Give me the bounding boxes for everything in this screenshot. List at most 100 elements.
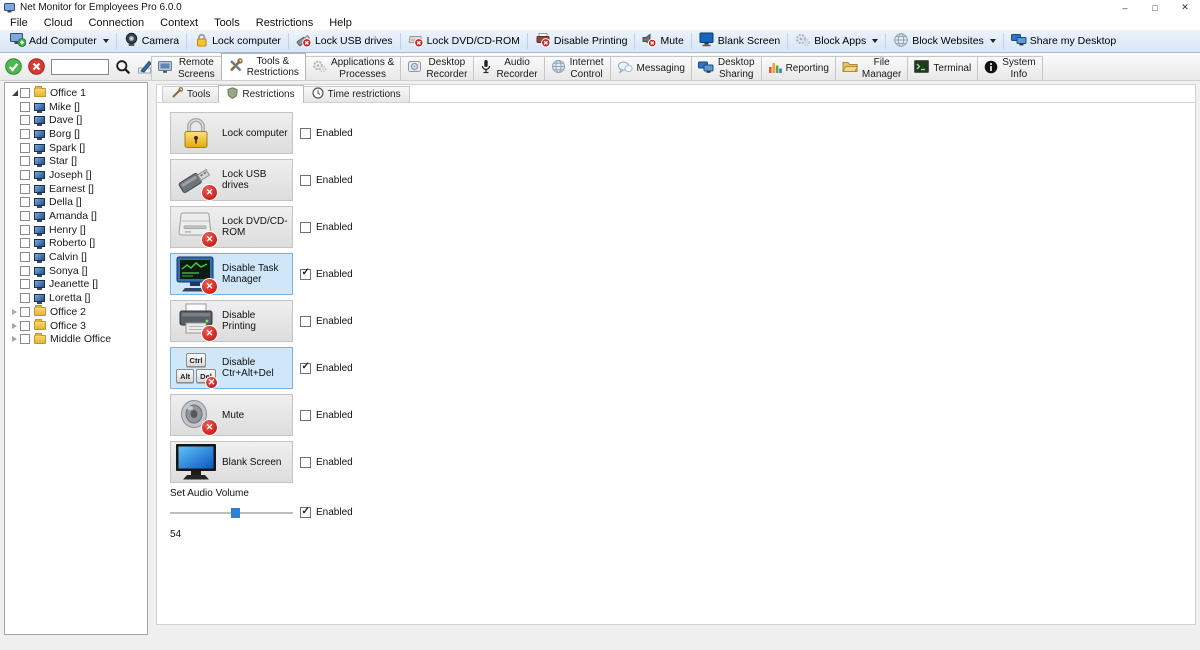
tab-tools-restrictions[interactable]: Tools &Restrictions xyxy=(221,53,306,80)
enabled-toggle[interactable]: Enabled xyxy=(300,128,353,139)
toolbar-button-mute[interactable]: Mute xyxy=(635,31,690,52)
connect-button[interactable] xyxy=(5,58,22,75)
enabled-toggle[interactable]: Enabled xyxy=(300,507,353,518)
expander-open-icon[interactable] xyxy=(9,90,20,96)
tree-item-spark[interactable]: Spark [] xyxy=(5,141,147,155)
tab-tools[interactable]: Tools xyxy=(162,86,219,102)
tree-checkbox[interactable] xyxy=(20,197,30,207)
tree-item-office-3[interactable]: Office 3 xyxy=(5,319,147,333)
maximize-button[interactable]: □ xyxy=(1140,0,1170,15)
tab-audio-recorder[interactable]: AudioRecorder xyxy=(473,56,544,80)
enabled-toggle[interactable]: Enabled xyxy=(300,222,353,233)
toolbar-button-share-desktop[interactable]: Share my Desktop xyxy=(1004,31,1123,52)
restriction-disable-ctrl-alt-del[interactable]: Ctrl Alt Del Disable Ctr+Alt+Del xyxy=(170,347,293,389)
enabled-checkbox[interactable] xyxy=(300,175,311,186)
tab-desktop-sharing[interactable]: DesktopSharing xyxy=(691,56,762,80)
tab-messaging[interactable]: Messaging xyxy=(610,56,692,80)
toolbar-button-add-computer[interactable]: Add Computer xyxy=(3,31,116,52)
tab-time-restrictions[interactable]: Time restrictions xyxy=(303,86,410,102)
tab-file-manager[interactable]: FileManager xyxy=(835,56,908,80)
enabled-checkbox[interactable] xyxy=(300,316,311,327)
tree-item-office-1[interactable]: Office 1 xyxy=(5,86,147,100)
tree-item-sonya[interactable]: Sonya [] xyxy=(5,264,147,278)
restriction-lock-computer[interactable]: Lock computer xyxy=(170,112,293,154)
restriction-disable-printing[interactable]: Disable Printing xyxy=(170,300,293,342)
tree-checkbox[interactable] xyxy=(20,252,30,262)
tab-reporting[interactable]: Reporting xyxy=(761,56,836,80)
tree-item-earnest[interactable]: Earnest [] xyxy=(5,182,147,196)
enabled-toggle[interactable]: Enabled xyxy=(300,410,353,421)
expander-closed-icon[interactable] xyxy=(9,309,20,315)
restriction-mute[interactable]: Mute xyxy=(170,394,293,436)
tree-checkbox[interactable] xyxy=(20,279,30,289)
tab-system-info[interactable]: SystemInfo xyxy=(977,56,1042,80)
tree-checkbox[interactable] xyxy=(20,334,30,344)
minimize-button[interactable]: – xyxy=(1110,0,1140,15)
tree-checkbox[interactable] xyxy=(20,143,30,153)
menu-help[interactable]: Help xyxy=(321,15,360,30)
enabled-checkbox[interactable] xyxy=(300,128,311,139)
enabled-checkbox[interactable] xyxy=(300,222,311,233)
tree-item-calvin[interactable]: Calvin [] xyxy=(5,250,147,264)
tree-checkbox[interactable] xyxy=(20,184,30,194)
menu-cloud[interactable]: Cloud xyxy=(36,15,81,30)
tree-checkbox[interactable] xyxy=(20,88,30,98)
search-icon[interactable] xyxy=(115,59,131,75)
volume-slider-handle[interactable] xyxy=(231,508,240,518)
enabled-checkbox[interactable] xyxy=(300,507,311,518)
tree-item-dave[interactable]: Dave [] xyxy=(5,113,147,127)
tree-checkbox[interactable] xyxy=(20,211,30,221)
tree-item-star[interactable]: Star [] xyxy=(5,154,147,168)
tree-checkbox[interactable] xyxy=(20,321,30,331)
toolbar-button-lock-dvd[interactable]: Lock DVD/CD-ROM xyxy=(401,31,527,52)
toolbar-button-camera[interactable]: Camera xyxy=(117,31,186,52)
tab-terminal[interactable]: Terminal xyxy=(907,56,978,80)
volume-slider[interactable] xyxy=(170,512,293,514)
tree-item-della[interactable]: Della [] xyxy=(5,196,147,210)
menu-restrictions[interactable]: Restrictions xyxy=(248,15,321,30)
tree-item-henry[interactable]: Henry [] xyxy=(5,223,147,237)
enabled-toggle[interactable]: Enabled xyxy=(300,316,353,327)
tree-checkbox[interactable] xyxy=(20,307,30,317)
restriction-lock-dvd[interactable]: Lock DVD/CD-ROM xyxy=(170,206,293,248)
tree-item-joseph[interactable]: Joseph [] xyxy=(5,168,147,182)
tab-remote-screens[interactable]: RemoteScreens xyxy=(151,56,222,80)
tree-checkbox[interactable] xyxy=(20,129,30,139)
tree-item-roberto[interactable]: Roberto [] xyxy=(5,237,147,251)
expander-closed-icon[interactable] xyxy=(9,336,20,342)
tree-checkbox[interactable] xyxy=(20,238,30,248)
toolbar-button-block-websites[interactable]: Block Websites xyxy=(886,31,1003,52)
tree-checkbox[interactable] xyxy=(20,266,30,276)
tab-restrictions[interactable]: Restrictions xyxy=(218,85,303,103)
tree-item-borg[interactable]: Borg [] xyxy=(5,127,147,141)
tab-desktop-recorder[interactable]: DesktopRecorder xyxy=(400,56,474,80)
enabled-checkbox[interactable] xyxy=(300,269,311,280)
menu-tools[interactable]: Tools xyxy=(206,15,248,30)
tree-checkbox[interactable] xyxy=(20,225,30,235)
tree-item-loretta[interactable]: Loretta [] xyxy=(5,291,147,305)
disconnect-button[interactable] xyxy=(28,58,45,75)
enabled-toggle[interactable]: Enabled xyxy=(300,269,353,280)
close-button[interactable]: ✕ xyxy=(1170,0,1200,15)
menu-connection[interactable]: Connection xyxy=(80,15,152,30)
search-input[interactable] xyxy=(51,59,109,75)
toolbar-button-lock-computer[interactable]: Lock computer xyxy=(187,31,288,52)
restriction-blank-screen[interactable]: Blank Screen xyxy=(170,441,293,483)
tree-checkbox[interactable] xyxy=(20,156,30,166)
restriction-lock-usb[interactable]: Lock USB drives xyxy=(170,159,293,201)
toolbar-button-block-apps[interactable]: Block Apps xyxy=(788,31,885,52)
toolbar-button-disable-printing[interactable]: Disable Printing xyxy=(528,31,635,52)
tree-checkbox[interactable] xyxy=(20,170,30,180)
tree-item-office-2[interactable]: Office 2 xyxy=(5,305,147,319)
tree-item-mike[interactable]: Mike [] xyxy=(5,100,147,114)
enabled-toggle[interactable]: Enabled xyxy=(300,457,353,468)
enabled-toggle[interactable]: Enabled xyxy=(300,175,353,186)
menu-context[interactable]: Context xyxy=(152,15,206,30)
tree-item-amanda[interactable]: Amanda [] xyxy=(5,209,147,223)
enabled-toggle[interactable]: Enabled xyxy=(300,363,353,374)
tree-checkbox[interactable] xyxy=(20,102,30,112)
enabled-checkbox[interactable] xyxy=(300,457,311,468)
enabled-checkbox[interactable] xyxy=(300,363,311,374)
expander-closed-icon[interactable] xyxy=(9,323,20,329)
toolbar-button-lock-usb[interactable]: Lock USB drives xyxy=(289,31,400,52)
